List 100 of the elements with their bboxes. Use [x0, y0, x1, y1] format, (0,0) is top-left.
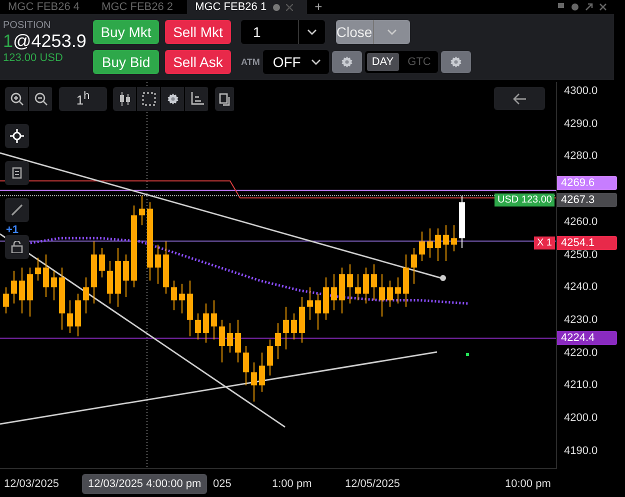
line-tool-icon [11, 204, 23, 216]
crosshair-time-label: 12/03/2025 4:00:00 pm [82, 474, 208, 494]
candlestick [35, 257, 41, 282]
price-tick: 4280.0 [564, 150, 598, 162]
popout-icon[interactable] [585, 3, 593, 11]
price-tag: 4254.1 [557, 236, 617, 250]
price-tag: 4267.3 [557, 192, 617, 207]
time-in-force-option[interactable]: GTC [402, 53, 436, 71]
interval-button[interactable]: 1$^{h}$ [59, 87, 107, 111]
candlestick [203, 303, 209, 344]
lock-icon [11, 241, 23, 253]
price-tick: 4200.0 [564, 412, 598, 424]
candlestick [139, 195, 145, 226]
instrument-tab[interactable]: MGC FEB26 4 [0, 0, 94, 14]
candlestick [3, 286, 9, 314]
candlestick [179, 283, 185, 314]
buy-button[interactable]: Buy Bid [93, 50, 159, 74]
sell-button[interactable]: Sell Ask [165, 50, 231, 74]
price-tick: 4230.0 [564, 314, 598, 326]
candlestick [27, 267, 33, 318]
atm-label: ATM [241, 57, 260, 67]
sell-button[interactable]: Sell Mkt [165, 20, 231, 44]
candlestick [355, 274, 361, 301]
candlestick [75, 293, 81, 337]
close-button[interactable]: Close [336, 20, 410, 44]
candlestick [155, 244, 161, 284]
candlestick [267, 339, 273, 376]
candlestick [227, 322, 233, 354]
candlestick [107, 260, 113, 304]
time-label: 1:00 pm [272, 478, 312, 490]
order-tag[interactable]: USD 123.00 [494, 193, 555, 206]
count-label: +1 [6, 224, 19, 236]
price-tag: 4269.6 [557, 176, 617, 190]
crosshair-button[interactable] [5, 124, 29, 148]
position-price: @4253.9 [13, 31, 86, 51]
candlestick [451, 224, 457, 252]
candlestick [427, 228, 433, 258]
price-tick: 4260.0 [564, 216, 598, 228]
dot-icon [272, 4, 280, 10]
quantity-dropdown[interactable]: 1 [241, 20, 325, 44]
time-label: 12/03/2025 [4, 478, 60, 490]
candlestick [315, 293, 321, 330]
list-button[interactable] [5, 161, 29, 185]
position-quantity: 1 [3, 31, 14, 51]
candlestick [283, 306, 289, 350]
candlestick [259, 352, 265, 392]
candlestick [115, 247, 121, 308]
candlestick [347, 264, 353, 304]
close-icon[interactable] [599, 3, 607, 11]
candlestick [443, 224, 449, 262]
price-tick: 4300.0 [564, 85, 598, 97]
candlestick [395, 276, 401, 304]
position-label: POSITION [3, 20, 52, 31]
candlestick [195, 312, 201, 340]
instrument-tab[interactable]: MGC FEB26 2 [94, 0, 188, 14]
price-tick: 4190.0 [564, 444, 598, 457]
candlestick [67, 300, 73, 334]
time-label: 12/05/2025 [345, 478, 400, 490]
arrow-left-icon [512, 92, 526, 104]
candlestick [323, 276, 329, 320]
candlestick [251, 362, 257, 402]
add-tab-button[interactable]: + [306, 0, 330, 14]
candlestick [243, 346, 249, 386]
order-settings-button[interactable] [440, 51, 471, 73]
order-tag[interactable]: X 1 [534, 236, 555, 250]
candlestick [163, 240, 169, 294]
time-label: 10:00 pm [505, 478, 551, 490]
atm-settings-button[interactable] [332, 51, 362, 73]
line-tool-button[interactable] [5, 198, 29, 222]
position-pnl: 123.00 USD [3, 52, 64, 64]
candlestick [291, 312, 297, 340]
lock-button[interactable] [5, 235, 29, 259]
price-tick: 4210.0 [564, 379, 598, 392]
price-tick: 4220.0 [564, 346, 598, 359]
caret-icon [307, 29, 317, 35]
caret-icon [386, 29, 397, 35]
candlestick [387, 280, 393, 308]
time-in-force-option[interactable]: DAY [366, 53, 399, 71]
crosshair-icon [10, 129, 24, 143]
candlestick [419, 231, 425, 262]
candlestick [211, 300, 217, 340]
price-tag: 4224.4 [557, 331, 617, 346]
candlestick [459, 195, 465, 248]
instrument-tab[interactable]: MGC FEB26 1 [187, 0, 307, 14]
price-tick: 4250.0 [564, 248, 598, 260]
caret-icon [310, 59, 321, 65]
price-tick: 4240.0 [564, 281, 598, 294]
candlestick [411, 247, 417, 284]
candlestick [91, 240, 97, 304]
candlestick [403, 254, 409, 308]
candlestick [331, 274, 337, 311]
candlestick [299, 296, 305, 344]
atm-dropdown[interactable]: OFF [262, 50, 329, 74]
buy-button[interactable]: Buy Mkt [93, 20, 159, 44]
list-icon [12, 167, 22, 179]
candlestick [219, 319, 225, 363]
back-button[interactable] [494, 87, 545, 110]
candlestick [83, 276, 89, 314]
candlestick [59, 267, 65, 330]
candlestick [51, 270, 57, 301]
